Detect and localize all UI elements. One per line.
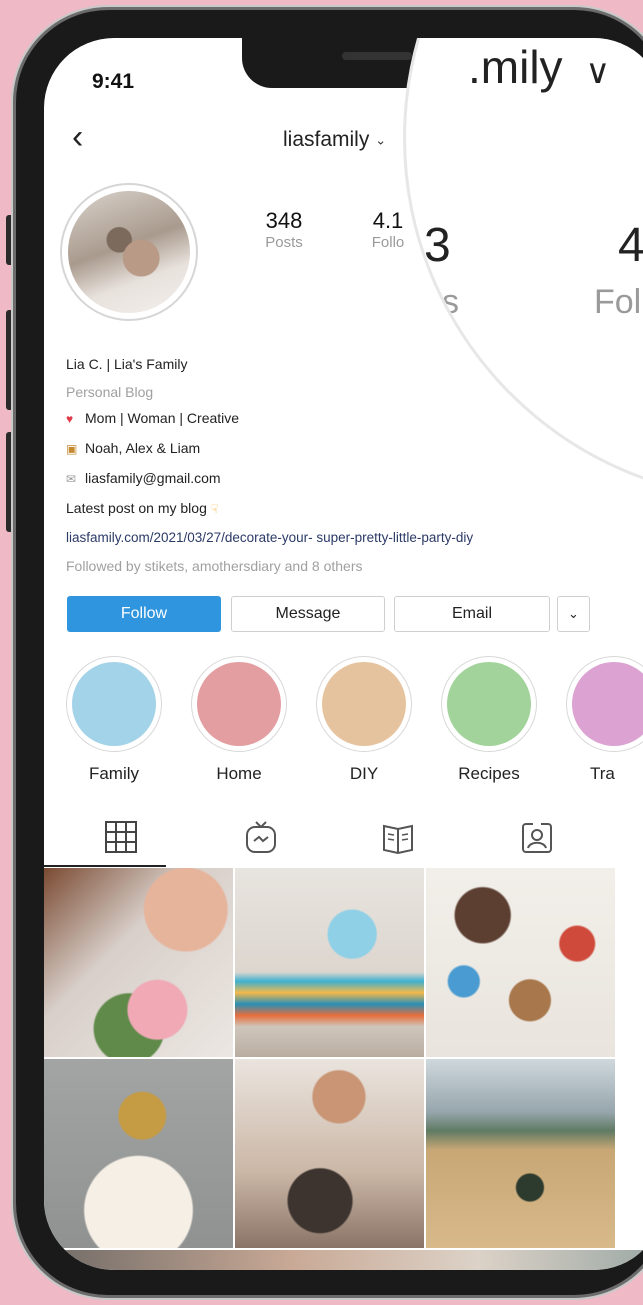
magnified-followers-label: Follow [594,283,643,321]
magnified-posts-count: 3 [424,219,451,272]
back-arrow-icon[interactable]: ‹ [72,120,83,154]
bio-line-1: ♥ Mom | Woman | Creative [66,410,239,426]
highlight-ring [191,656,287,752]
username-label: liasfamily [283,128,370,151]
highlight-cover [197,662,281,746]
silent-switch [6,215,14,265]
profile-avatar[interactable] [60,183,198,321]
highlight-travel[interactable]: Tra [566,656,643,784]
bio-category: Personal Blog [66,384,154,400]
post-thumbnail-mom-tulips[interactable] [44,868,233,1057]
grid-icon[interactable] [104,820,138,854]
post-thumbnail-cake[interactable] [44,1059,233,1248]
highlight-cover [447,662,531,746]
post-thumbnail-books-cup[interactable] [235,868,424,1057]
zoom-magnifier: .mily ∨ 3 s 4.14 Follow [406,38,643,498]
bio-line-4-text: Latest post on my blog [66,500,207,516]
bio-line-3: ✉ liasfamily@gmail.com [66,470,221,486]
highlight-label: Tra [590,764,615,783]
heart-icon: ♥ [66,412,74,426]
followers-count: 4.1 [372,208,404,233]
magnified-username-text: .mily [468,41,563,93]
magnified-followers-count: 4.14 [618,219,643,272]
highlight-recipes[interactable]: Recipes [441,656,537,784]
bio-line-3-text: liasfamily@gmail.com [85,470,221,486]
magnified-username: .mily ∨ [468,40,610,94]
phone-screen: 9:41 ‹ liasfamily ⌄ 348 Posts 4.1 Follo … [44,38,643,1270]
chevron-down-icon: ⌄ [375,132,387,148]
posts-count: 348 [265,208,303,233]
followed-by[interactable]: Followed by stikets, amothersdiary and 8… [66,558,362,574]
post-thumbnail-toys[interactable] [426,868,615,1057]
highlight-home[interactable]: Home [191,656,287,784]
guide-icon[interactable] [381,820,415,854]
tagged-icon[interactable] [520,820,554,854]
message-button[interactable]: Message [231,596,385,632]
avatar-image [68,191,190,313]
highlight-cover [572,662,643,746]
highlight-cover [72,662,156,746]
follow-button[interactable]: Follow [67,596,221,632]
post-thumbnail-partial[interactable] [44,1250,643,1270]
igtv-icon[interactable] [244,820,278,854]
bio-line-4: Latest post on my blog ☟ [66,500,230,516]
highlight-diy[interactable]: DIY [316,656,412,784]
pointing-down-icon: ☟ [210,502,219,516]
highlight-family[interactable]: Family [66,656,162,784]
profile-username[interactable]: liasfamily ⌄ [283,128,386,152]
bio-line-2-text: Noah, Alex & Liam [85,440,201,456]
post-thumbnail-child-baking[interactable] [235,1059,424,1248]
speaker [342,52,412,60]
stat-posts[interactable]: 348 Posts [254,208,314,251]
magnified-posts-label: s [442,283,459,321]
chevron-down-icon: ∨ [585,53,611,91]
active-tab-indicator [44,865,166,867]
stat-followers[interactable]: 4.1 Follo [358,208,418,251]
highlight-label: Home [216,764,262,783]
chevron-down-icon: ⌄ [568,606,579,621]
highlight-ring [566,656,643,752]
post-thumbnail-child-field[interactable] [426,1059,615,1248]
highlight-label: Recipes [458,764,520,783]
bio-line-1-text: Mom | Woman | Creative [85,410,240,426]
followers-label: Follo [371,234,405,251]
status-time: 9:41 [92,70,135,93]
volume-up-button [6,310,14,410]
email-button[interactable]: Email [394,596,550,632]
highlight-cover [322,662,406,746]
bio-name: Lia C. | Lia's Family [66,356,188,372]
family-icon: ▣ [66,442,78,456]
posts-label: Posts [265,234,303,251]
envelope-icon: ✉ [66,472,77,486]
suggested-dropdown-button[interactable]: ⌄ [557,596,590,632]
highlight-ring [66,656,162,752]
bio-line-2: ▣ Noah, Alex & Liam [66,440,200,456]
highlight-label: Family [88,764,140,783]
volume-down-button [6,432,14,532]
bio-link[interactable]: liasfamily.com/2021/03/27/decorate-your-… [66,530,473,545]
highlight-ring [441,656,537,752]
highlight-label: DIY [349,764,379,783]
highlight-ring [316,656,412,752]
